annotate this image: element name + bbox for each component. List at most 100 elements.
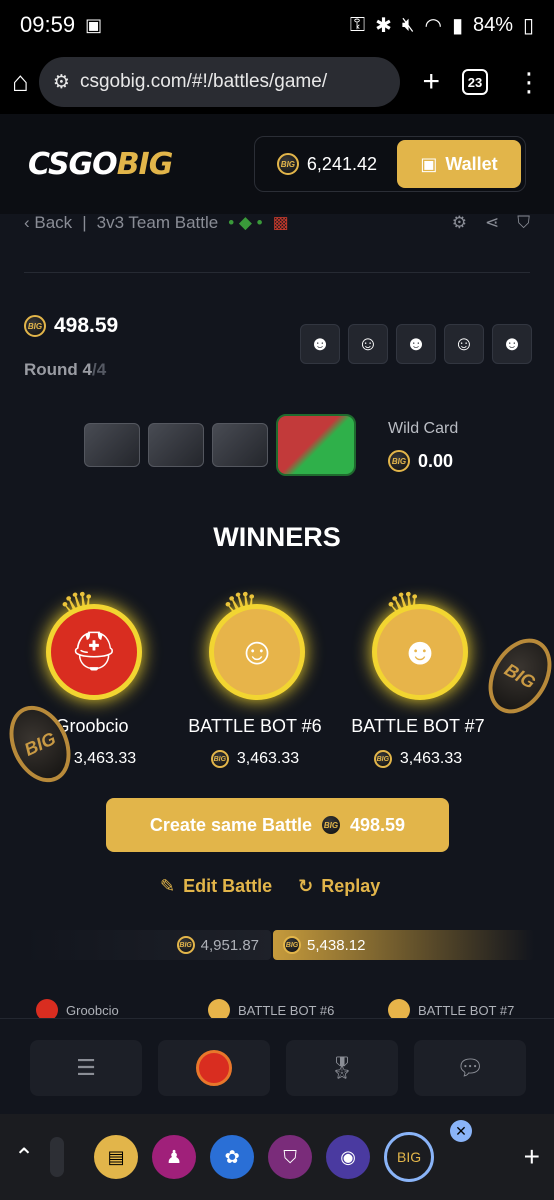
wifi-icon: ◠ (424, 14, 442, 37)
tab-icon-active[interactable]: BIG (384, 1132, 435, 1182)
coin-icon: BIG (276, 153, 299, 175)
profile-button[interactable] (158, 1040, 270, 1096)
shield-icon[interactable]: ⛉ (517, 213, 530, 233)
browser-toolbar: ⌂ ⚙ csgobig.com/#!/battles/game/ + 23 ⋮ (0, 50, 554, 114)
balance-box: BIG 6,241.42 ▣ Wallet (253, 136, 526, 192)
close-tab-icon[interactable]: ✕ (450, 1120, 472, 1142)
case-thumb[interactable]: ☺ (444, 324, 484, 364)
profile-avatar-icon (196, 1050, 232, 1086)
team-total-left: BIG 4,951.87 (24, 930, 272, 960)
tab-icon[interactable]: ⛉ (268, 1135, 313, 1179)
battle-actions: ✎ Edit Battle ↻ Replay (160, 876, 380, 897)
edit-icon: ✎ (160, 876, 176, 896)
balance-amount: 6,241.42 (306, 153, 377, 174)
tab-icon[interactable]: ◉ (326, 1135, 371, 1179)
chevron-up-icon[interactable]: ⌃ (14, 1143, 34, 1172)
tab-strip: ⌃ ▤ ♟ ✿ ⛉ ◉ BIG ✕ + (0, 1114, 554, 1200)
site-settings-icon[interactable]: ⚙ (53, 71, 70, 94)
winner-amount: BIG 3,463.33 (175, 750, 335, 768)
bottom-nav: ☰ 🎖︎ 💬︎ (0, 1018, 554, 1114)
more-menu-icon[interactable]: ⋮ (516, 67, 542, 98)
coin-icon: BIG (283, 936, 302, 954)
battle-mode-title: 3v3 Team Battle (96, 213, 219, 232)
tab-partial[interactable] (50, 1137, 65, 1177)
mystery-icon: ▩ (272, 213, 289, 232)
divider (0, 1018, 554, 1019)
mode-badge-icon: • ◆ • (228, 213, 263, 232)
wallet-button[interactable]: ▣ Wallet (397, 140, 521, 188)
coin-icon: BIG (210, 750, 229, 768)
case-thumb[interactable]: ☻ (492, 324, 532, 364)
back-link[interactable]: ‹ Back (24, 213, 72, 233)
wild-card-info: Wild Card BIG 0.00 (388, 420, 458, 472)
winner-name: BATTLE BOT #6 (188, 716, 322, 736)
wallet-icon: ▣ (420, 153, 438, 174)
winner-name: BATTLE BOT #7 (351, 716, 485, 736)
avatar: ⛑ (46, 604, 142, 700)
battery-level: 84% (472, 13, 513, 36)
tab-icon[interactable]: ▤ (94, 1135, 139, 1179)
tab-switcher-button[interactable]: 23 (462, 69, 488, 95)
battle-cost-value: 498.59 (54, 314, 119, 337)
case-thumb[interactable]: ☺ (348, 324, 388, 364)
decorative-coin-icon: BIG (0, 695, 83, 793)
medal-icon: 🎖︎ (328, 1055, 356, 1080)
wild-card-label: Wild Card (388, 420, 459, 437)
settings-icon[interactable]: ⚙ (452, 213, 467, 233)
key-icon: ⚿ (349, 13, 366, 36)
round-indicator: Round 4/4 (24, 360, 107, 379)
bluetooth-icon: ✱ (375, 14, 392, 37)
battery-icon: ▯ (522, 14, 534, 37)
app-content: CSGOBIG BIG 6,241.42 ▣ Wallet ‹ Back | 3… (0, 114, 554, 1114)
rewards-button[interactable]: 🎖︎ (286, 1040, 398, 1096)
coin-icon: BIG (176, 936, 195, 954)
coin-icon: BIG (388, 450, 410, 472)
wild-card-value: BIG 0.00 (388, 450, 458, 472)
create-same-battle-button[interactable]: Create same Battle BIG 498.59 (106, 798, 449, 852)
coin-icon: BIG (320, 814, 343, 836)
decorative-coin-icon: BIG (475, 627, 554, 725)
gallery-icon: ▣ (85, 14, 103, 35)
status-bar: 09:59 ▣ ⚿ ✱ 🔇︎ ◠ ▮ 84% ▯ (0, 0, 554, 50)
url-text: csgobig.com/#!/battles/game/ (79, 71, 328, 92)
divider (24, 272, 530, 273)
chat-icon: 💬︎ (456, 1055, 484, 1080)
replay-button[interactable]: ↻ Replay (298, 876, 380, 897)
case-thumb[interactable]: ☻ (396, 324, 436, 364)
chat-button[interactable]: 💬︎ (414, 1040, 526, 1096)
status-time: 09:59 (20, 12, 76, 37)
team-total-right: BIG 5,438.12 (273, 930, 534, 960)
address-bar[interactable]: ⚙ csgobig.com/#!/battles/game/ (38, 57, 401, 107)
home-icon[interactable]: ⌂ (12, 66, 29, 98)
wild-card-case-image (276, 414, 356, 476)
winners-title: WINNERS (213, 522, 341, 552)
new-tab-icon[interactable]: + (422, 65, 440, 99)
case-image (212, 423, 268, 467)
winner-amount: BIG 3,463.33 (338, 750, 498, 768)
edit-battle-button[interactable]: ✎ Edit Battle (160, 876, 272, 897)
add-tab-icon[interactable]: + (524, 1141, 540, 1173)
mute-icon: 🔇︎ (401, 13, 415, 36)
signal-icon: ▮ (451, 14, 463, 37)
balance: BIG 6,241.42 (259, 153, 387, 175)
battle-cost: BIG 498.59 (24, 314, 118, 338)
menu-button[interactable]: ☰ (30, 1040, 142, 1096)
tab-icon[interactable]: ♟ (152, 1135, 197, 1179)
site-header: CSGOBIG BIG 6,241.42 ▣ Wallet (0, 114, 554, 214)
case-image (148, 423, 204, 467)
coin-icon: BIG (24, 315, 46, 337)
share-icon[interactable]: ⋖ (485, 213, 499, 233)
coin-icon: BIG (373, 750, 392, 768)
tab-icon[interactable]: ✿ (210, 1135, 255, 1179)
replay-icon: ↻ (298, 876, 314, 896)
team-totals: BIG 4,951.87 BIG 5,438.12 (24, 930, 534, 960)
case-reel (84, 414, 356, 476)
breadcrumb: ‹ Back | 3v3 Team Battle • ◆ • ▩ ⚙ ⋖ ⛉ (24, 206, 530, 240)
breadcrumb-separator: | (82, 213, 87, 232)
wallet-label: Wallet (445, 153, 498, 174)
avatar: ☺ (209, 604, 305, 700)
site-logo[interactable]: CSGOBIG (28, 147, 173, 182)
case-thumb[interactable]: ☻ (300, 324, 340, 364)
case-image (84, 423, 140, 467)
hamburger-icon: ☰ (76, 1055, 96, 1080)
